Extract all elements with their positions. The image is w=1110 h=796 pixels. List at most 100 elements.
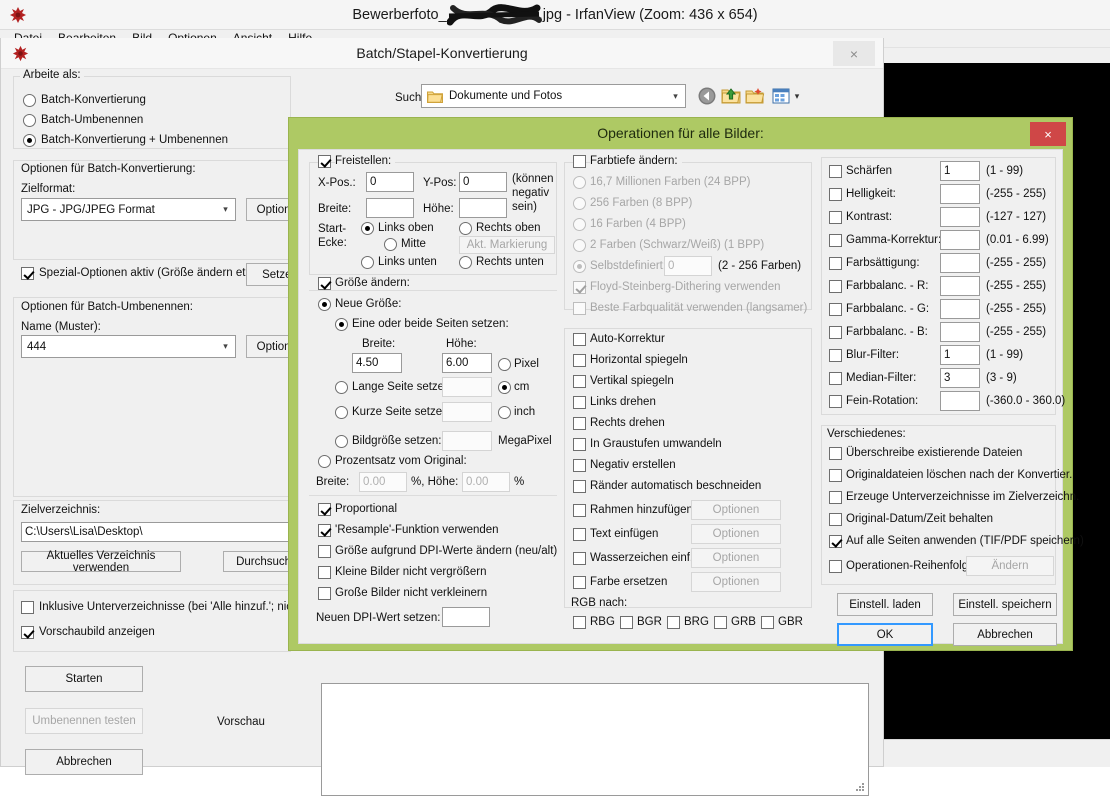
change-order-button[interactable]: Ändern (966, 556, 1054, 576)
load-settings-button[interactable]: Einstell. laden (837, 593, 933, 616)
rotate-right-checkbox[interactable] (573, 417, 586, 430)
saturation-input[interactable] (940, 253, 980, 273)
radio-unit-pixel[interactable] (498, 358, 511, 371)
chevron-down-icon[interactable]: ▾ (216, 199, 235, 220)
rgb-grb-checkbox[interactable] (714, 616, 727, 629)
floyd-dither-checkbox[interactable] (573, 281, 586, 294)
radio-long-side[interactable] (335, 381, 348, 394)
radio-unit-inch[interactable] (498, 406, 511, 419)
include-subdirs-checkbox[interactable] (21, 601, 34, 614)
colordepth-enable-checkbox[interactable] (573, 155, 586, 168)
cancel-button[interactable]: Abbrechen (25, 749, 143, 775)
sharpen-input[interactable] (940, 161, 980, 181)
radio-short-side[interactable] (335, 406, 348, 419)
rgb-rbg-checkbox[interactable] (573, 616, 586, 629)
save-settings-button[interactable]: Einstell. speichern (953, 593, 1057, 616)
insert-text-options-button[interactable]: Optionen (691, 524, 781, 544)
radio-corner-links-unten[interactable] (361, 256, 374, 269)
autocrop-borders-checkbox[interactable] (573, 480, 586, 493)
radio-corner-rechts-unten[interactable] (459, 256, 472, 269)
sharpen-checkbox[interactable] (829, 165, 842, 178)
radio-image-size[interactable] (335, 435, 348, 448)
rgb-brg-checkbox[interactable] (667, 616, 680, 629)
resize-grip-icon[interactable] (854, 781, 866, 793)
insert-text-checkbox[interactable] (573, 528, 586, 541)
image-size-input[interactable] (442, 431, 492, 451)
auto-correct-checkbox[interactable] (573, 333, 586, 346)
rotate-left-checkbox[interactable] (573, 396, 586, 409)
show-preview-checkbox[interactable] (21, 626, 34, 639)
resample-checkbox[interactable] (318, 524, 331, 537)
chevron-down-icon[interactable]: ▾ (666, 85, 685, 107)
radio-new-size[interactable] (318, 298, 331, 311)
radio-corner-links-oben[interactable] (361, 222, 374, 235)
colorbalance-g-input[interactable] (940, 299, 980, 319)
resize-height-input[interactable] (442, 353, 492, 373)
radio-batch-konvertierung-umbenennen[interactable] (23, 134, 36, 147)
radio-batch-konvertierung[interactable] (23, 94, 36, 107)
fine-rotation-checkbox[interactable] (829, 395, 842, 408)
colorbalance-b-input[interactable] (940, 322, 980, 342)
radio-custom-colors[interactable] (573, 260, 586, 273)
flip-horizontal-checkbox[interactable] (573, 354, 586, 367)
close-icon[interactable]: × (1030, 122, 1066, 146)
name-pattern-combo[interactable]: 444 ▾ (21, 335, 236, 358)
dpi-resize-checkbox[interactable] (318, 545, 331, 558)
up-folder-icon[interactable] (721, 86, 741, 106)
radio-8bpp[interactable] (573, 197, 586, 210)
radio-corner-mitte[interactable] (384, 238, 397, 251)
radio-corner-rechts-oben[interactable] (459, 222, 472, 235)
target-dir-input[interactable] (21, 522, 317, 542)
custom-colors-input[interactable] (664, 256, 712, 276)
blur-input[interactable] (940, 345, 980, 365)
flip-vertical-checkbox[interactable] (573, 375, 586, 388)
no-enlarge-small-checkbox[interactable] (318, 566, 331, 579)
saturation-checkbox[interactable] (829, 257, 842, 270)
crop-xpos-input[interactable] (366, 172, 414, 192)
brightness-input[interactable] (940, 184, 980, 204)
radio-4bpp[interactable] (573, 218, 586, 231)
radio-set-sides[interactable] (335, 318, 348, 331)
new-folder-icon[interactable] (745, 86, 765, 106)
overwrite-files-checkbox[interactable] (829, 447, 842, 460)
watermark-checkbox[interactable] (573, 552, 586, 565)
ops-cancel-button[interactable]: Abbrechen (953, 623, 1057, 646)
blur-checkbox[interactable] (829, 349, 842, 362)
percent-width-input[interactable] (359, 472, 407, 492)
ok-button[interactable]: OK (837, 623, 933, 646)
current-selection-button[interactable]: Akt. Markierung (459, 236, 555, 254)
colorbalance-r-input[interactable] (940, 276, 980, 296)
radio-24bpp[interactable] (573, 176, 586, 189)
replace-color-options-button[interactable]: Optionen (691, 572, 781, 592)
back-icon[interactable] (697, 86, 717, 106)
short-side-input[interactable] (442, 402, 492, 422)
gamma-checkbox[interactable] (829, 234, 842, 247)
long-side-input[interactable] (442, 377, 492, 397)
crop-enable-checkbox[interactable] (318, 155, 331, 168)
watermark-options-button[interactable]: Optionen (691, 548, 781, 568)
chevron-down-icon[interactable]: ▾ (787, 86, 807, 106)
start-button[interactable]: Starten (25, 666, 143, 692)
special-options-checkbox[interactable] (21, 267, 34, 280)
replace-color-checkbox[interactable] (573, 576, 586, 589)
crop-height-input[interactable] (459, 198, 507, 218)
add-frame-options-button[interactable]: Optionen (691, 500, 781, 520)
new-dpi-input[interactable] (442, 607, 490, 627)
no-shrink-large-checkbox[interactable] (318, 587, 331, 600)
test-rename-button[interactable]: Umbenennen testen (25, 708, 143, 734)
percent-height-input[interactable] (462, 472, 510, 492)
resize-width-input[interactable] (352, 353, 402, 373)
colorbalance-g-checkbox[interactable] (829, 303, 842, 316)
median-input[interactable] (940, 368, 980, 388)
gamma-input[interactable] (940, 230, 980, 250)
radio-1bpp[interactable] (573, 239, 586, 252)
look-in-combo[interactable]: Dokumente und Fotos ▾ (421, 84, 686, 108)
apply-all-pages-checkbox[interactable] (829, 535, 842, 548)
use-current-dir-button[interactable]: Aktuelles Verzeichnis verwenden (21, 551, 181, 572)
keep-original-date-checkbox[interactable] (829, 513, 842, 526)
fine-rotation-input[interactable] (940, 391, 980, 411)
crop-ypos-input[interactable] (459, 172, 507, 192)
grayscale-checkbox[interactable] (573, 438, 586, 451)
proportional-checkbox[interactable] (318, 503, 331, 516)
rgb-gbr-checkbox[interactable] (761, 616, 774, 629)
